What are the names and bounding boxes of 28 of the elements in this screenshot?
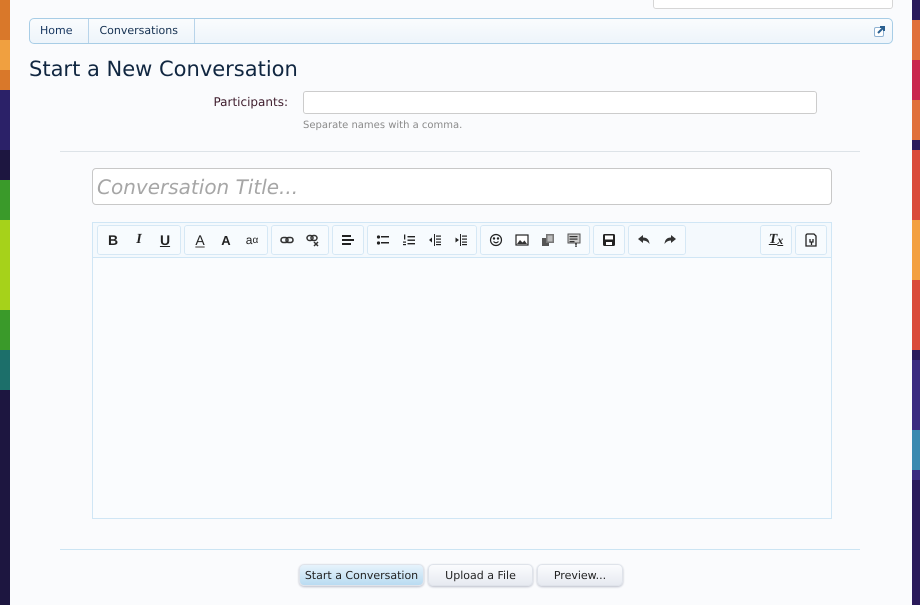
form-button[interactable]: Upload a File bbox=[428, 564, 533, 586]
participants-hint: Separate names with a comma. bbox=[303, 120, 464, 131]
indent-icon[interactable] bbox=[454, 233, 468, 247]
form-button[interactable]: Start a Conversation bbox=[298, 564, 424, 586]
source-icon[interactable] bbox=[804, 233, 818, 247]
bullets-icon[interactable] bbox=[376, 233, 390, 247]
font-size-button[interactable]: A bbox=[213, 228, 239, 252]
underline-button[interactable]: U bbox=[152, 228, 178, 252]
font-color-button[interactable]: A bbox=[187, 228, 213, 252]
outdent-icon[interactable] bbox=[428, 233, 442, 247]
italic-button[interactable]: I bbox=[126, 228, 152, 252]
participants-field[interactable] bbox=[303, 91, 817, 114]
align-icon[interactable] bbox=[341, 233, 355, 247]
media-icon[interactable] bbox=[541, 233, 555, 247]
code-icon[interactable] bbox=[567, 233, 581, 247]
form-button[interactable]: Preview... bbox=[536, 564, 624, 586]
image-icon[interactable] bbox=[515, 233, 529, 247]
participants-label: Participants: bbox=[212, 94, 289, 111]
breadcrumb-link[interactable]: Home bbox=[30, 19, 90, 43]
bold-button[interactable]: B bbox=[100, 228, 126, 252]
popout-icon[interactable] bbox=[874, 25, 886, 37]
conversation-title-field[interactable]: Conversation Title... bbox=[92, 168, 832, 205]
page-title: Start a New Conversation bbox=[29, 57, 299, 81]
unlink-icon[interactable] bbox=[306, 233, 320, 247]
numbers-icon[interactable] bbox=[402, 233, 416, 247]
save-icon[interactable] bbox=[602, 233, 616, 247]
breadcrumb-link[interactable]: Conversations bbox=[89, 19, 195, 43]
smiley-icon[interactable] bbox=[489, 233, 503, 247]
